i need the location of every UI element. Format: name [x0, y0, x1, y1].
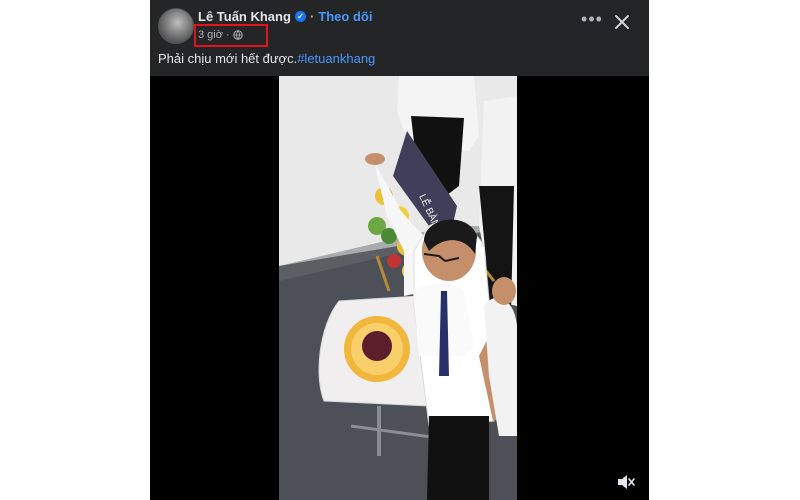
- author-name[interactable]: Lê Tuấn Khang: [198, 9, 291, 24]
- more-options-button[interactable]: •••: [580, 9, 604, 32]
- video-player[interactable]: LỄ BÀN GIAO: [150, 76, 649, 500]
- verified-badge-icon: ✓: [294, 11, 306, 22]
- video-scene: LỄ BÀN GIAO: [279, 76, 517, 500]
- more-options-icon: •••: [581, 9, 603, 29]
- caption-text: Phải chịu mới hết được.: [158, 51, 298, 66]
- hashtag-link[interactable]: #letuankhang: [297, 51, 375, 66]
- speaker-muted-icon[interactable]: [616, 474, 636, 490]
- video-frame: LỄ BÀN GIAO: [279, 76, 517, 500]
- author-avatar[interactable]: [158, 8, 194, 44]
- highlight-box: [194, 24, 268, 47]
- follow-button[interactable]: Theo dõi: [318, 9, 372, 24]
- facebook-post: Lê Tuấn Khang ✓ · Theo dõi 3 giờ · ••• P…: [150, 0, 649, 500]
- post-caption: Phải chịu mới hết được.#letuankhang: [158, 51, 375, 66]
- close-icon[interactable]: [612, 12, 632, 32]
- header-separator: ·: [309, 9, 315, 24]
- post-header: Lê Tuấn Khang ✓ · Theo dõi: [198, 9, 372, 24]
